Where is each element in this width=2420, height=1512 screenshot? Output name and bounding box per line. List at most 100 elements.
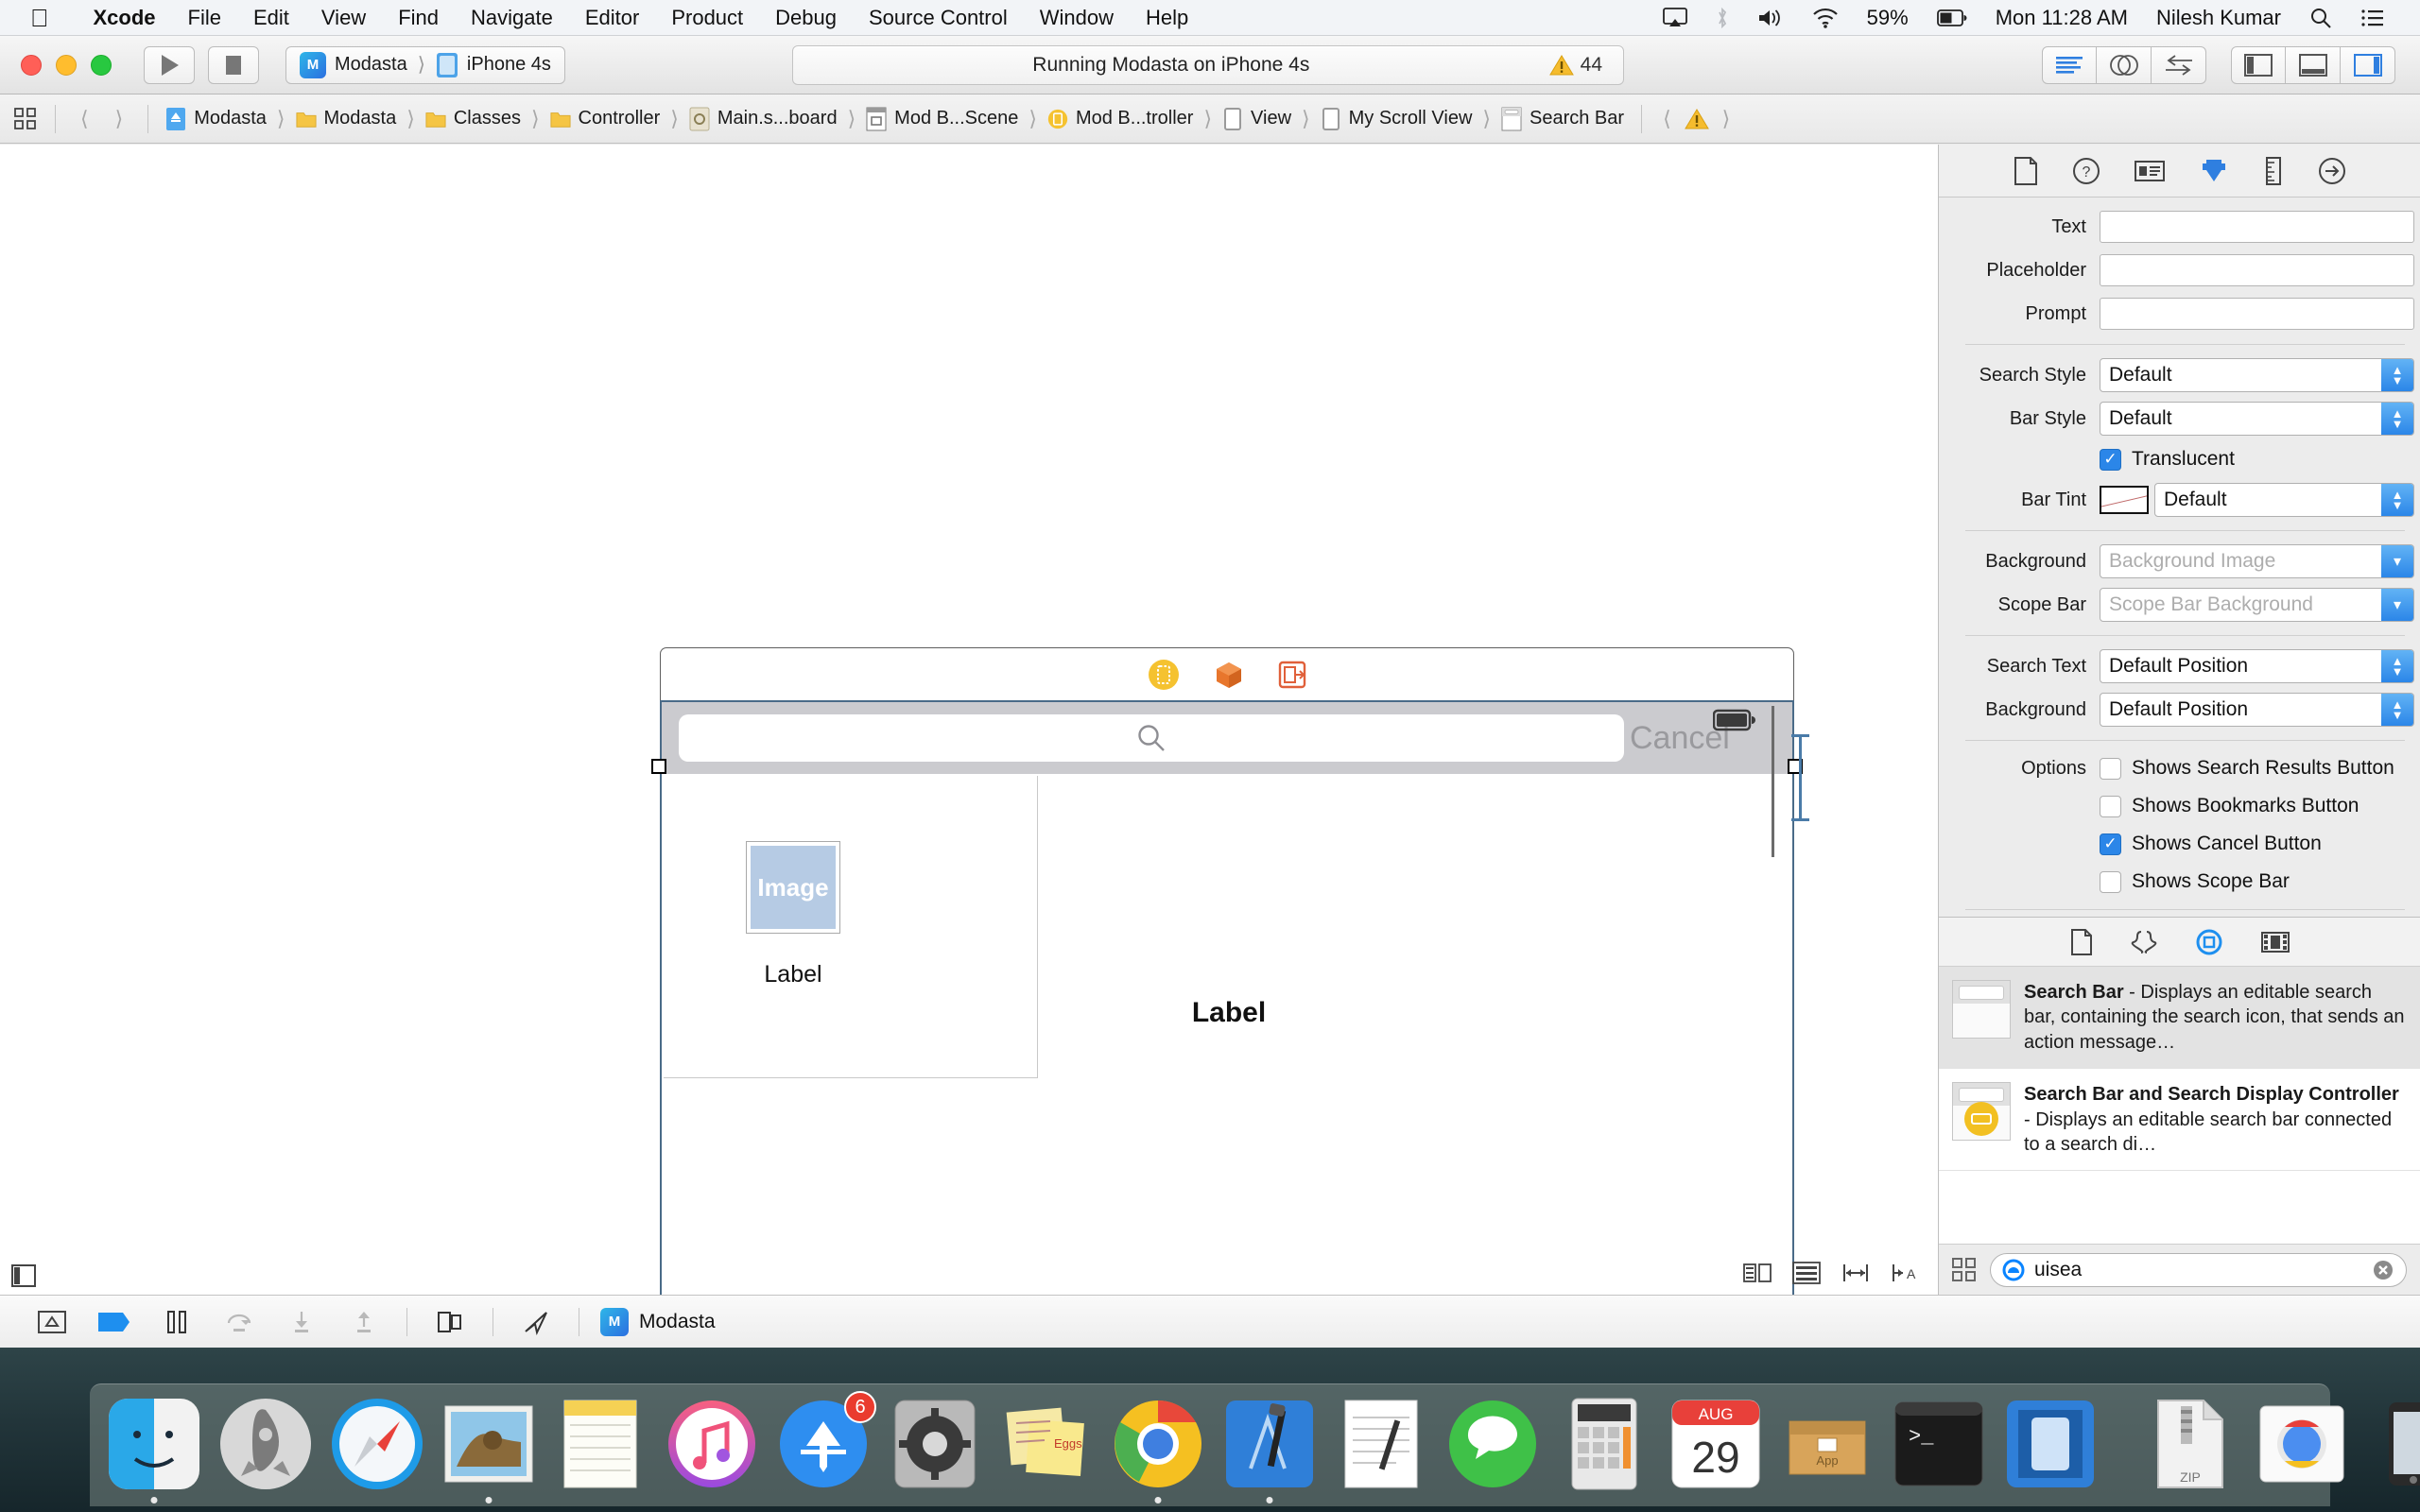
debug-bar-process[interactable]: M Modasta	[600, 1307, 716, 1336]
forward-button[interactable]: ⟩	[102, 107, 137, 131]
prompt-input[interactable]	[2100, 298, 2414, 330]
breadcrumb-item-search-bar[interactable]: Search Bar	[1495, 107, 1630, 131]
warning-indicator[interactable]: 44	[1548, 54, 1602, 77]
shows-scope-bar-checkbox[interactable]	[2100, 870, 2121, 893]
breadcrumb-item-scene[interactable]: Mod B...Scene	[860, 107, 1024, 131]
code-snippet-library-icon[interactable]	[2131, 929, 2157, 955]
chevron-down-icon[interactable]: ▾	[2381, 589, 2413, 621]
menu-item-view[interactable]: View	[305, 6, 382, 30]
airplay-icon[interactable]	[1649, 7, 1702, 28]
related-items-icon[interactable]	[0, 107, 43, 131]
breakpoints-icon[interactable]	[83, 1311, 146, 1333]
bar-tint-select[interactable]: Default ▲ ▼	[2154, 483, 2414, 517]
size-inspector-icon[interactable]	[2263, 156, 2284, 185]
auto-layout-align-icon[interactable]	[1743, 1261, 1772, 1285]
search-input[interactable]	[679, 714, 1624, 762]
auto-layout-resize-icon[interactable]: A	[1891, 1261, 1919, 1285]
dock-item-xcode[interactable]	[1219, 1393, 1321, 1503]
stepper-arrows-icon[interactable]: ▲ ▼	[2381, 694, 2413, 726]
volume-icon[interactable]	[1743, 8, 1798, 28]
run-button[interactable]	[144, 45, 195, 84]
shows-bookmarks-checkbox[interactable]	[2100, 795, 2121, 817]
identity-inspector-icon[interactable]	[2134, 159, 2165, 183]
shows-cancel-checkbox[interactable]: ✓	[2100, 833, 2121, 855]
collection-cell[interactable]: Image Label	[664, 776, 1038, 1078]
stepper-arrows-icon[interactable]: ▲ ▼	[2381, 650, 2413, 682]
activity-status-view[interactable]: Running Modasta on iPhone 4s 44	[792, 44, 1624, 85]
selection-handle-left[interactable]	[651, 759, 666, 774]
shows-search-results-checkbox[interactable]	[2100, 757, 2121, 780]
step-out-icon[interactable]	[333, 1310, 395, 1334]
bluetooth-icon[interactable]	[1702, 7, 1743, 29]
breadcrumb-item-view[interactable]: View	[1217, 107, 1297, 131]
step-into-icon[interactable]	[270, 1310, 333, 1334]
clear-icon[interactable]	[2372, 1259, 2394, 1281]
dock-item-archive-utility[interactable]: App	[1776, 1393, 1878, 1495]
minimize-button[interactable]	[56, 54, 77, 76]
dock-item-calendar[interactable]: AUG 29	[1665, 1393, 1767, 1495]
dock-item-finder[interactable]	[103, 1393, 205, 1503]
stepper-arrows-icon[interactable]: ▲ ▼	[2381, 403, 2413, 435]
dock-item-mail[interactable]	[438, 1393, 540, 1503]
debug-view-hierarchy-icon[interactable]	[419, 1310, 481, 1334]
previous-issue-button[interactable]: ⟨	[1653, 107, 1681, 131]
stop-button[interactable]	[208, 45, 259, 84]
chevron-down-icon[interactable]: ▾	[2381, 545, 2413, 577]
placeholder-input[interactable]	[2100, 254, 2414, 286]
image-view[interactable]: Image	[746, 841, 840, 934]
menu-bar-clock[interactable]: Mon 11:28 AM	[1981, 6, 2142, 30]
navigator-toggle-icon[interactable]	[2231, 45, 2286, 84]
menu-item-xcode[interactable]: Xcode	[78, 6, 172, 30]
translucent-checkbox[interactable]: ✓	[2100, 448, 2121, 471]
menu-item-edit[interactable]: Edit	[237, 6, 305, 30]
menu-item-debug[interactable]: Debug	[759, 6, 853, 30]
next-issue-button[interactable]: ⟩	[1713, 107, 1740, 131]
auto-layout-pin-icon[interactable]	[1792, 1261, 1821, 1285]
continue-pause-icon[interactable]	[146, 1310, 208, 1334]
quick-help-inspector-icon[interactable]: ?	[2072, 157, 2100, 185]
menu-item-find[interactable]: Find	[382, 6, 455, 30]
view-controller-icon[interactable]	[1148, 659, 1180, 691]
breadcrumb-item-folder-classes[interactable]: Classes	[420, 107, 527, 131]
text-input[interactable]	[2100, 211, 2414, 243]
back-button[interactable]: ⟨	[67, 107, 102, 131]
body-label[interactable]: Label	[1106, 997, 1352, 1029]
menu-item-product[interactable]: Product	[655, 6, 759, 30]
dock-item-google-chrome[interactable]	[1107, 1393, 1209, 1503]
library-grid-icon[interactable]	[1952, 1257, 1977, 1282]
breadcrumb-item-folder-controller[interactable]: Controller	[544, 107, 666, 131]
filter-scope-icon[interactable]	[2002, 1259, 2025, 1281]
auto-layout-issues-icon[interactable]	[1841, 1261, 1870, 1285]
file-inspector-icon[interactable]	[2014, 156, 2038, 185]
dock-item-stickies[interactable]: Eggs	[995, 1393, 1098, 1495]
standard-editor-icon[interactable]	[2042, 45, 2097, 84]
document-outline-toggle-icon[interactable]	[11, 1264, 36, 1287]
version-editor-icon[interactable]	[2152, 45, 2206, 84]
dock-item-device[interactable]	[2362, 1393, 2420, 1495]
view-controller-scene[interactable]: Cancel Image Label Label	[651, 647, 1809, 1295]
menu-item-editor[interactable]: Editor	[569, 6, 655, 30]
wifi-icon[interactable]	[1798, 8, 1853, 28]
notification-center-icon[interactable]	[2346, 8, 2399, 28]
scope-bar-background-select[interactable]: Scope Bar Background ▾	[2100, 588, 2414, 622]
menu-item-source-control[interactable]: Source Control	[853, 6, 1024, 30]
dock-item-itunes[interactable]	[661, 1393, 763, 1495]
step-over-icon[interactable]	[208, 1310, 270, 1334]
close-button[interactable]	[21, 54, 42, 76]
debug-area-toggle-icon[interactable]	[2286, 45, 2341, 84]
list-item[interactable]: Search Bar - Displays an editable search…	[1939, 967, 2420, 1070]
issue-warning-icon[interactable]	[1681, 108, 1713, 130]
stepper-arrows-icon[interactable]: ▲ ▼	[2381, 359, 2413, 391]
utilities-toggle-icon[interactable]	[2341, 45, 2395, 84]
search-bar-element[interactable]: Cancel	[662, 702, 1792, 774]
first-responder-icon[interactable]	[1214, 660, 1244, 690]
exit-icon[interactable]	[1278, 661, 1306, 689]
apple-logo-icon[interactable]: 	[30, 6, 49, 30]
stepper-arrows-icon[interactable]: ▲ ▼	[2381, 484, 2413, 516]
dock-item-zip-file[interactable]: ZIP	[2139, 1393, 2241, 1495]
background-position-select[interactable]: Default Position ▲ ▼	[2100, 693, 2414, 727]
background-image-select[interactable]: Background Image ▾	[2100, 544, 2414, 578]
search-text-position-select[interactable]: Default Position ▲ ▼	[2100, 649, 2414, 683]
dock-item-safari[interactable]	[326, 1393, 428, 1495]
menu-item-help[interactable]: Help	[1130, 6, 1204, 30]
